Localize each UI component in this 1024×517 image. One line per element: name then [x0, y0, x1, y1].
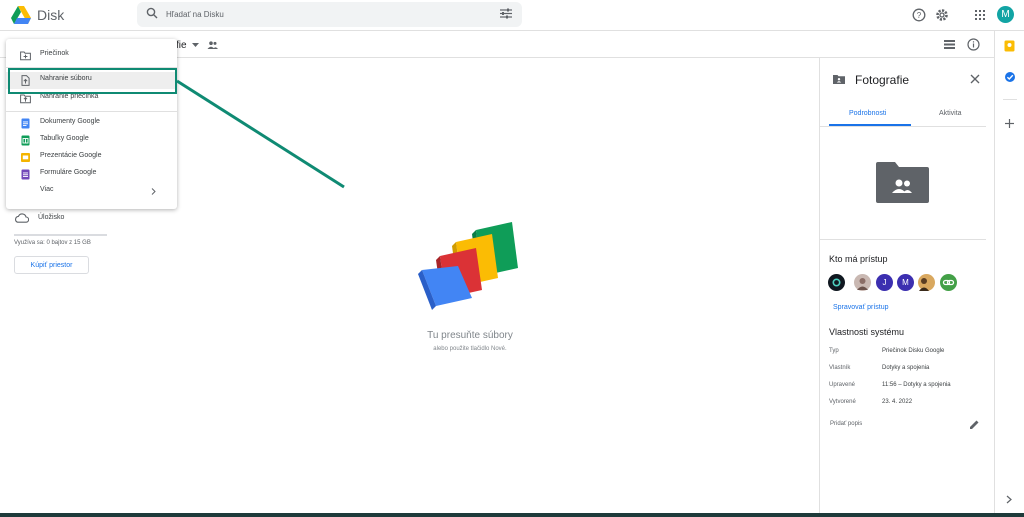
- shared-folder-preview-icon: [876, 162, 929, 203]
- menu-item-label: Priečinok: [40, 50, 69, 57]
- system-props-title: Vlastnosti systému: [829, 327, 905, 337]
- panel-divider: [820, 126, 986, 127]
- svg-text:?: ?: [917, 11, 922, 20]
- prop-value: 11:56 – Dotyky a spojenia: [882, 382, 951, 388]
- cloud-icon: [15, 213, 29, 223]
- tab-activity[interactable]: Aktivita: [939, 110, 962, 117]
- menu-item-label: Formuláre Google: [40, 169, 97, 176]
- folder-upload-icon: [20, 94, 31, 104]
- list-view-icon[interactable]: [944, 40, 955, 49]
- menu-item-more[interactable]: Viac: [6, 183, 177, 200]
- menu-item-label: Nahranie priečinka: [40, 93, 99, 100]
- menu-divider: [6, 111, 177, 112]
- drive-logo-icon[interactable]: [11, 6, 31, 24]
- pencil-icon[interactable]: [969, 419, 980, 430]
- add-addon-icon[interactable]: [1005, 119, 1014, 128]
- avatar-user-5[interactable]: [918, 274, 935, 291]
- taskbar-strip: [0, 513, 1024, 517]
- keep-icon[interactable]: [1004, 40, 1015, 52]
- prop-key: Typ: [829, 348, 839, 354]
- buy-storage-button[interactable]: Kúpiť priestor: [14, 256, 89, 274]
- sheets-icon: [21, 135, 30, 146]
- highlight-box: [8, 68, 177, 94]
- add-description-field[interactable]: Pridať popis: [830, 421, 862, 427]
- storage-label[interactable]: Úložisko: [38, 214, 64, 221]
- shared-folder-icon: [833, 75, 845, 84]
- search-icon[interactable]: [146, 7, 158, 19]
- link-icon: [942, 279, 955, 286]
- user-logo-icon: [832, 278, 841, 287]
- menu-item-label: Tabuľky Google: [40, 135, 89, 142]
- menu-item-sheets[interactable]: Tabuľky Google: [6, 132, 177, 149]
- prop-value: Dotyky a spojenia: [882, 365, 930, 371]
- drop-files-illustration: [418, 222, 518, 310]
- menu-item-label: Dokumenty Google: [40, 118, 100, 125]
- chevron-right-icon: [151, 188, 156, 195]
- panel-title: Fotografie: [855, 73, 910, 87]
- chevron-down-icon[interactable]: [192, 43, 199, 48]
- manage-access-link[interactable]: Spravovať prístup: [833, 304, 889, 311]
- menu-item-label: Prezentácie Google: [40, 152, 102, 159]
- forms-icon: [21, 169, 30, 180]
- expand-panel-icon[interactable]: [1006, 495, 1012, 504]
- prop-value: 23. 4. 2022: [882, 399, 913, 405]
- menu-item-slides[interactable]: Prezentácie Google: [6, 149, 177, 166]
- avatar-letter: M: [902, 278, 909, 287]
- storage-bar: [14, 234, 107, 236]
- search-input[interactable]: [166, 6, 466, 22]
- menu-item-docs[interactable]: Dokumenty Google: [6, 115, 177, 132]
- avatar-user-m[interactable]: M: [897, 274, 914, 291]
- new-menu: Priečinok Nahranie súboru Nahranie prieč…: [6, 39, 177, 209]
- prop-key: Vytvorené: [829, 399, 856, 405]
- shared-people-icon: [207, 41, 218, 49]
- menu-item-forms[interactable]: Formuláre Google: [6, 166, 177, 183]
- close-icon[interactable]: [970, 74, 980, 84]
- access-section-title: Kto má prístup: [829, 254, 888, 264]
- avatar-user-j[interactable]: J: [876, 274, 893, 291]
- info-icon[interactable]: [967, 38, 980, 51]
- link-sharing-avatar[interactable]: [940, 274, 957, 291]
- apps-grid-icon[interactable]: [973, 8, 987, 22]
- menu-item-label: Viac: [40, 186, 54, 193]
- account-avatar[interactable]: M: [997, 6, 1014, 23]
- user-photo-icon: [919, 278, 929, 291]
- avatar-user-2[interactable]: [854, 274, 871, 291]
- empty-state-title: Tu presuňte súbory: [427, 330, 513, 341]
- brand-name: Disk: [37, 7, 65, 23]
- help-icon[interactable]: ?: [912, 8, 926, 22]
- prop-value: Priečinok Disku Google: [882, 348, 945, 354]
- user-photo-icon: [857, 278, 868, 290]
- prop-key: Upravené: [829, 382, 856, 388]
- breadcrumb-current[interactable]: fie: [176, 40, 187, 51]
- panel-divider: [820, 239, 986, 240]
- side-rail: [994, 31, 1024, 517]
- empty-state-subtitle: alebo použite tlačidlo Nové.: [433, 346, 507, 352]
- storage-usage-text: Využíva sa: 0 bajtov z 15 GB: [14, 240, 91, 246]
- menu-item-folder[interactable]: Priečinok: [6, 47, 177, 64]
- tasks-icon[interactable]: [1004, 71, 1016, 83]
- tab-details[interactable]: Podrobnosti: [849, 110, 886, 117]
- slides-icon: [21, 153, 30, 162]
- gear-icon[interactable]: [935, 8, 949, 22]
- search-options-icon[interactable]: [500, 8, 512, 19]
- rail-divider: [1003, 99, 1017, 100]
- avatar-user-1[interactable]: [828, 274, 845, 291]
- new-folder-icon: [20, 51, 31, 61]
- docs-icon: [21, 118, 30, 129]
- avatar-letter: J: [882, 278, 887, 287]
- prop-key: Vlastník: [829, 365, 851, 371]
